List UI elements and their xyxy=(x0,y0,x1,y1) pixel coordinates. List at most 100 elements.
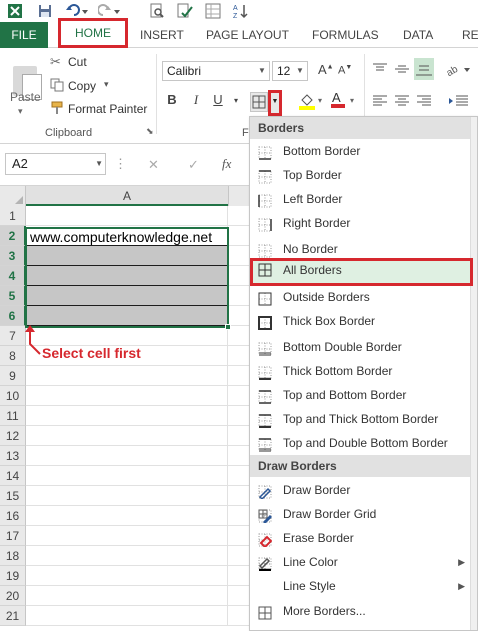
cell[interactable] xyxy=(26,306,228,326)
row-header[interactable]: 11 xyxy=(0,406,26,426)
cell[interactable] xyxy=(26,546,228,566)
bold-button[interactable]: B xyxy=(164,92,180,107)
cell[interactable] xyxy=(228,366,250,386)
indent-icon[interactable] xyxy=(448,94,468,111)
cell[interactable] xyxy=(228,586,250,606)
italic-button[interactable]: I xyxy=(188,92,204,108)
cell[interactable] xyxy=(228,246,250,266)
cell[interactable] xyxy=(228,386,250,406)
cell[interactable] xyxy=(26,526,228,546)
cell[interactable] xyxy=(228,526,250,546)
cell[interactable] xyxy=(26,386,228,406)
cell[interactable] xyxy=(26,266,228,286)
cell[interactable] xyxy=(26,366,228,386)
font-size-combo[interactable]: 12 ▼ xyxy=(272,61,308,81)
row-header[interactable]: 13 xyxy=(0,446,26,466)
fill-color-icon[interactable] xyxy=(298,92,316,113)
underline-button[interactable]: U xyxy=(210,92,226,107)
tab-file[interactable]: FILE xyxy=(0,22,48,48)
font-color-icon[interactable]: A xyxy=(330,90,346,111)
menu-item-outside-borders[interactable]: Outside Borders xyxy=(250,285,471,309)
row-header[interactable]: 17 xyxy=(0,526,26,546)
cell[interactable] xyxy=(228,446,250,466)
menu-item-erase-border[interactable]: Erase Border xyxy=(250,526,471,550)
increase-font-icon[interactable]: A▲ xyxy=(318,62,334,77)
font-color-dropdown-icon[interactable]: ▾ xyxy=(350,96,354,105)
menu-item-top-and-double-bottom-border[interactable]: Top and Double Bottom Border xyxy=(250,431,471,455)
row-header[interactable]: 12 xyxy=(0,426,26,446)
row-header[interactable]: 1 xyxy=(0,206,26,226)
fill-color-dropdown-icon[interactable]: ▾ xyxy=(318,96,322,105)
cell[interactable] xyxy=(26,426,228,446)
row-header[interactable]: 4 xyxy=(0,266,26,286)
tab-data[interactable]: DATA xyxy=(403,22,433,48)
middle-align-icon[interactable] xyxy=(394,62,410,79)
cell[interactable] xyxy=(228,206,250,226)
cell[interactable] xyxy=(228,426,250,446)
name-box[interactable]: A2 ▼ xyxy=(5,153,106,175)
menu-item-line-style[interactable]: Line Style ▶ xyxy=(250,574,471,598)
row-header[interactable]: 5 xyxy=(0,286,26,306)
align-left-icon[interactable] xyxy=(372,94,388,111)
align-center-icon[interactable] xyxy=(394,94,410,111)
tab-review[interactable]: REVI xyxy=(462,22,478,48)
menu-item-top-border[interactable]: Top Border xyxy=(250,163,471,187)
copy-button[interactable]: Copy xyxy=(68,79,96,93)
copy-dropdown-icon[interactable]: ▾ xyxy=(104,79,109,90)
align-right-icon[interactable] xyxy=(416,94,432,111)
cell[interactable] xyxy=(26,606,228,626)
row-header[interactable]: 8 xyxy=(0,346,26,366)
menu-item-draw-border[interactable]: Draw Border xyxy=(250,478,471,502)
cell[interactable] xyxy=(228,546,250,566)
cell[interactable] xyxy=(228,466,250,486)
bottom-align-icon[interactable] xyxy=(414,58,434,80)
borders-dropdown-button[interactable]: ▼ xyxy=(268,90,282,116)
row-header[interactable]: 16 xyxy=(0,506,26,526)
menu-item-more-borders[interactable]: More Borders... xyxy=(250,599,471,623)
cell[interactable] xyxy=(26,206,228,226)
cancel-icon[interactable]: ✕ xyxy=(148,157,159,173)
cell[interactable] xyxy=(228,486,250,506)
fill-handle[interactable] xyxy=(225,324,231,330)
cell[interactable] xyxy=(26,446,228,466)
cell[interactable] xyxy=(228,566,250,586)
cell[interactable] xyxy=(26,586,228,606)
column-header-a[interactable]: A xyxy=(26,186,228,206)
orientation-icon[interactable]: ab xyxy=(445,62,470,79)
cell[interactable] xyxy=(228,266,250,286)
font-name-combo[interactable]: Calibri ▼ xyxy=(162,61,270,81)
insert-function-button[interactable]: fx xyxy=(222,156,231,172)
cell[interactable] xyxy=(26,466,228,486)
cut-button[interactable]: Cut xyxy=(68,55,87,69)
tab-formulas[interactable]: FORMULAS xyxy=(312,22,379,48)
cell[interactable] xyxy=(228,226,250,246)
row-header[interactable]: 6 xyxy=(0,306,26,326)
cell[interactable] xyxy=(26,486,228,506)
tab-insert[interactable]: INSERT xyxy=(140,22,184,48)
cell[interactable] xyxy=(228,326,250,346)
menu-item-bottom-border[interactable]: Bottom Border xyxy=(250,139,471,163)
row-header[interactable]: 7 xyxy=(0,326,26,346)
decrease-font-icon[interactable]: A▼ xyxy=(338,64,352,77)
sort-icon[interactable]: AZ xyxy=(232,2,250,20)
menu-item-thick-bottom-border[interactable]: Thick Bottom Border xyxy=(250,359,471,383)
row-header[interactable]: 14 xyxy=(0,466,26,486)
enter-icon[interactable]: ✓ xyxy=(188,157,199,173)
cell[interactable] xyxy=(26,506,228,526)
row-header[interactable]: 15 xyxy=(0,486,26,506)
cell[interactable] xyxy=(26,326,228,346)
borders-button[interactable] xyxy=(250,92,268,112)
top-align-icon[interactable] xyxy=(372,62,388,79)
cell[interactable] xyxy=(26,406,228,426)
select-all-button[interactable] xyxy=(0,186,26,206)
cell[interactable] xyxy=(26,566,228,586)
menu-item-top-and-bottom-border[interactable]: Top and Bottom Border xyxy=(250,383,471,407)
tab-home[interactable]: HOME xyxy=(58,18,128,48)
cell[interactable] xyxy=(228,346,250,366)
menu-scrollbar[interactable] xyxy=(470,117,477,630)
cell[interactable] xyxy=(228,606,250,626)
paste-dropdown-icon[interactable]: ▾ xyxy=(18,106,23,117)
spelling-icon[interactable] xyxy=(176,2,194,20)
format-painter-button[interactable]: Format Painter xyxy=(68,102,147,116)
row-header[interactable]: 21 xyxy=(0,606,26,626)
